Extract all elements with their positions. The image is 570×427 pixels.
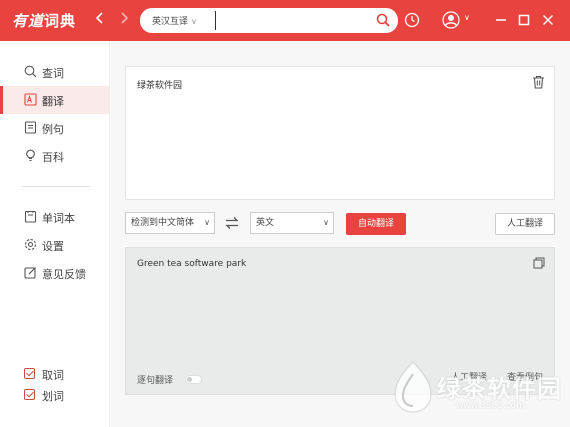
sidebar: 查词 翻译 例句 百科 单词本 设置 意见反馈 取词 划词 — [0, 41, 110, 427]
avatar-icon[interactable] — [442, 11, 460, 29]
checkbox-checked-icon — [24, 368, 35, 379]
forward-button[interactable] — [116, 11, 132, 29]
result-text: Green tea software park — [137, 259, 247, 269]
wordbook-icon — [24, 210, 37, 223]
watermark-logo-icon — [394, 361, 432, 413]
back-button[interactable] — [92, 11, 108, 29]
history-icon[interactable] — [404, 12, 420, 28]
select-word-checkbox[interactable]: 划词 — [24, 387, 104, 403]
search-icon — [24, 65, 37, 78]
sidebar-item-label: 单词本 — [42, 212, 75, 225]
sidebar-item-wordbook[interactable]: 单词本 — [0, 203, 110, 231]
chevron-down-icon: ∨ — [323, 218, 329, 227]
trash-icon[interactable] — [532, 75, 545, 89]
target-lang-label: 英文 — [256, 218, 275, 228]
chevron-right-icon — [121, 12, 129, 24]
sidebar-item-label: 翻译 — [42, 95, 64, 108]
human-translate-button[interactable]: 人工翻译 — [495, 213, 555, 235]
edit-icon — [24, 267, 36, 279]
sidebar-item-translate[interactable]: 翻译 — [0, 86, 110, 114]
chevron-down-icon: ∨ — [204, 218, 210, 227]
chevron-left-icon — [95, 12, 103, 24]
sentence-mode-label: 逐句翻译 — [137, 376, 174, 386]
auto-translate-button[interactable]: 自动翻译 — [346, 213, 406, 235]
app-logo: 有道词典 — [12, 10, 76, 31]
search-icon[interactable] — [376, 13, 390, 27]
lightbulb-icon — [26, 149, 35, 162]
logo-text: 词典 — [44, 12, 77, 30]
checkbox-label: 取词 — [42, 369, 64, 382]
sidebar-item-examples[interactable]: 例句 — [0, 114, 110, 142]
checkbox-label: 划词 — [42, 390, 64, 403]
chevron-down-icon[interactable]: ∨ — [464, 13, 470, 22]
sidebar-item-label: 设置 — [42, 240, 64, 253]
title-bar: 有道词典 英汉互译 ∨ ∨ — [0, 0, 570, 41]
checkbox-checked-icon — [24, 389, 35, 400]
search-box: 英汉互译 ∨ — [140, 8, 398, 33]
minimize-icon[interactable] — [492, 11, 510, 29]
translate-icon — [24, 93, 37, 106]
sidebar-item-label: 查词 — [42, 67, 64, 80]
sidebar-item-label: 意见反馈 — [42, 268, 86, 281]
watermark-url: www.33LC.com — [456, 401, 525, 411]
lang-mode-label: 英汉互译 — [152, 17, 189, 27]
logo-brand: 有道 — [12, 12, 45, 30]
document-icon — [24, 121, 37, 134]
sidebar-item-label: 百科 — [42, 151, 64, 164]
sidebar-item-label: 例句 — [42, 123, 64, 136]
sidebar-divider — [22, 186, 90, 187]
watermark-text: 绿茶软件园 — [437, 375, 562, 403]
chevron-down-icon: ∨ — [191, 17, 197, 26]
search-input[interactable] — [215, 11, 365, 30]
target-lang-select[interactable]: 英文 ∨ — [250, 212, 334, 234]
sentence-mode-toggle[interactable] — [185, 375, 202, 384]
source-textarea[interactable]: 绿茶软件园 — [125, 66, 555, 200]
copy-icon[interactable] — [533, 257, 545, 269]
source-text[interactable]: 绿茶软件园 — [137, 78, 182, 91]
lang-mode-select[interactable]: 英汉互译 ∨ — [152, 14, 197, 27]
sidebar-item-feedback[interactable]: 意见反馈 — [0, 259, 110, 287]
close-icon[interactable] — [539, 11, 557, 29]
sidebar-item-lookup[interactable]: 查词 — [0, 58, 110, 86]
sidebar-item-encyclopedia[interactable]: 百科 — [0, 142, 110, 170]
maximize-icon[interactable] — [515, 11, 533, 29]
swap-icon[interactable] — [224, 215, 240, 231]
translate-controls: 检测到中文简体 ∨ 英文 ∨ 自动翻译 人工翻译 — [125, 212, 555, 235]
gear-icon — [24, 238, 37, 251]
source-lang-select[interactable]: 检测到中文简体 ∨ — [125, 212, 215, 234]
capture-word-checkbox[interactable]: 取词 — [24, 366, 104, 382]
source-lang-label: 检测到中文简体 — [131, 218, 195, 228]
sidebar-item-settings[interactable]: 设置 — [0, 231, 110, 259]
